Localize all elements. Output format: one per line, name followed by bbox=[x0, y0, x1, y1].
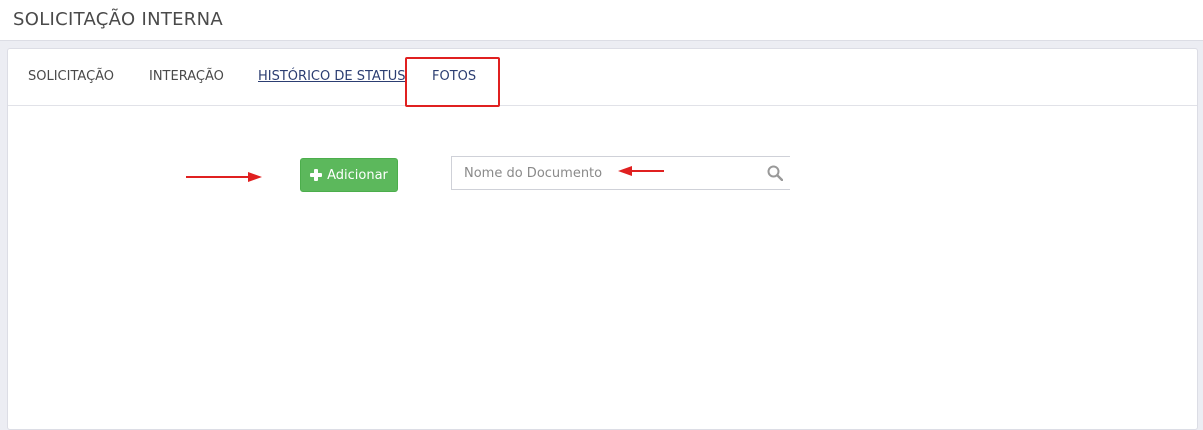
tab-historico-de-status[interactable]: HISTÓRICO DE STATUS bbox=[258, 69, 405, 84]
arrowhead-right-icon bbox=[248, 172, 262, 182]
add-button-label: Adicionar bbox=[327, 167, 388, 183]
tab-solicitacao[interactable]: SOLICITAÇÃO bbox=[28, 69, 114, 84]
annotation-arrow-left bbox=[618, 166, 664, 176]
tab-interacao[interactable]: INTERAÇÃO bbox=[149, 69, 224, 84]
search-icon bbox=[767, 165, 783, 181]
plus-icon bbox=[310, 169, 323, 181]
highlight-box bbox=[405, 57, 500, 107]
tab-bar: SOLICITAÇÃO INTERAÇÃO HISTÓRICO DE STATU… bbox=[8, 49, 1197, 107]
content-panel: SOLICITAÇÃO INTERAÇÃO HISTÓRICO DE STATU… bbox=[7, 48, 1198, 430]
document-name-search-input[interactable] bbox=[451, 156, 760, 190]
page-title: SOLICITAÇÃO INTERNA bbox=[13, 9, 223, 30]
add-button[interactable]: Adicionar bbox=[300, 158, 398, 192]
annotation-arrow-right bbox=[186, 172, 262, 182]
search-button[interactable] bbox=[760, 156, 790, 190]
top-bar: SOLICITAÇÃO INTERNA bbox=[0, 0, 1203, 41]
arrowhead-left-icon bbox=[618, 166, 632, 176]
